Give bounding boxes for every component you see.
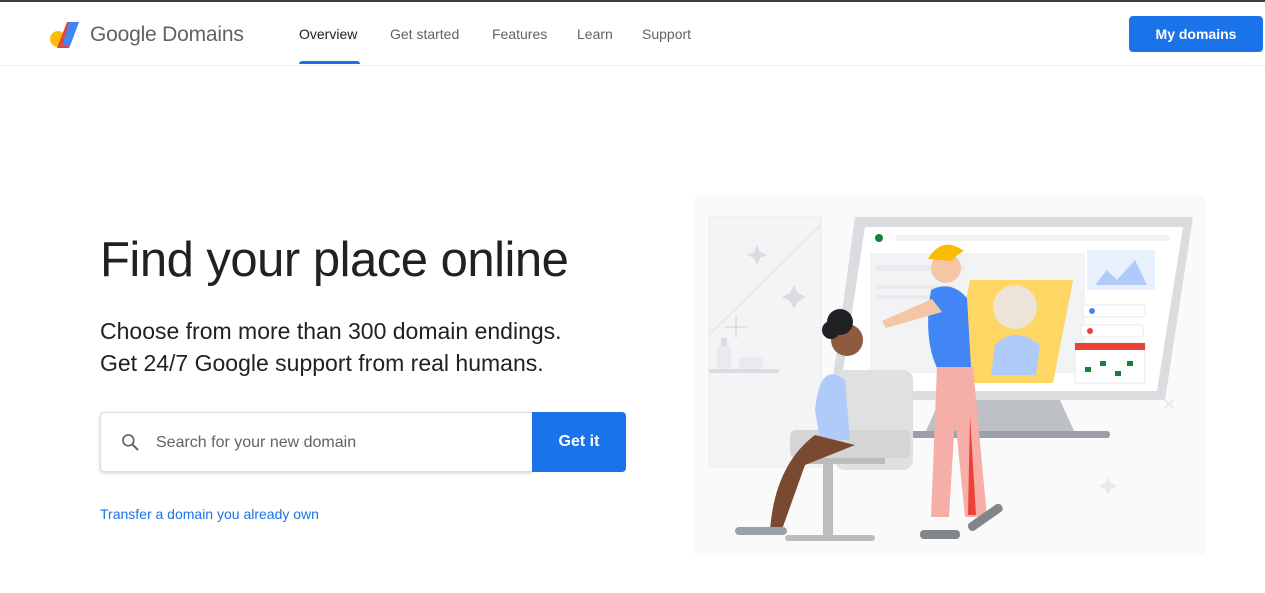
- nav-features[interactable]: Features: [492, 26, 547, 42]
- domain-search-input[interactable]: [154, 427, 518, 459]
- hero-subtitle-line1: Choose from more than 300 domain endings…: [100, 318, 562, 344]
- nav-learn[interactable]: Learn: [577, 26, 613, 42]
- transfer-domain-link[interactable]: Transfer a domain you already own: [100, 506, 319, 522]
- nav-support[interactable]: Support: [642, 26, 691, 42]
- hero-subtitle-line2: Get 24/7 Google support from real humans…: [100, 350, 544, 376]
- google-domains-logo-icon[interactable]: [49, 18, 81, 50]
- get-it-button[interactable]: Get it: [532, 412, 626, 472]
- active-tab-indicator: [299, 61, 360, 64]
- nav-get-started[interactable]: Get started: [390, 26, 459, 42]
- nav-overview[interactable]: Overview: [299, 26, 357, 42]
- search-icon: [122, 434, 139, 451]
- hero-illustration: [695, 195, 1205, 555]
- my-domains-button[interactable]: My domains: [1129, 16, 1263, 52]
- hero-title: Find your place online: [100, 233, 569, 287]
- brand-name[interactable]: Google Domains: [90, 23, 244, 47]
- domain-search-box: [100, 412, 533, 472]
- top-bar: Google Domains Overview Get started Feat…: [0, 2, 1265, 66]
